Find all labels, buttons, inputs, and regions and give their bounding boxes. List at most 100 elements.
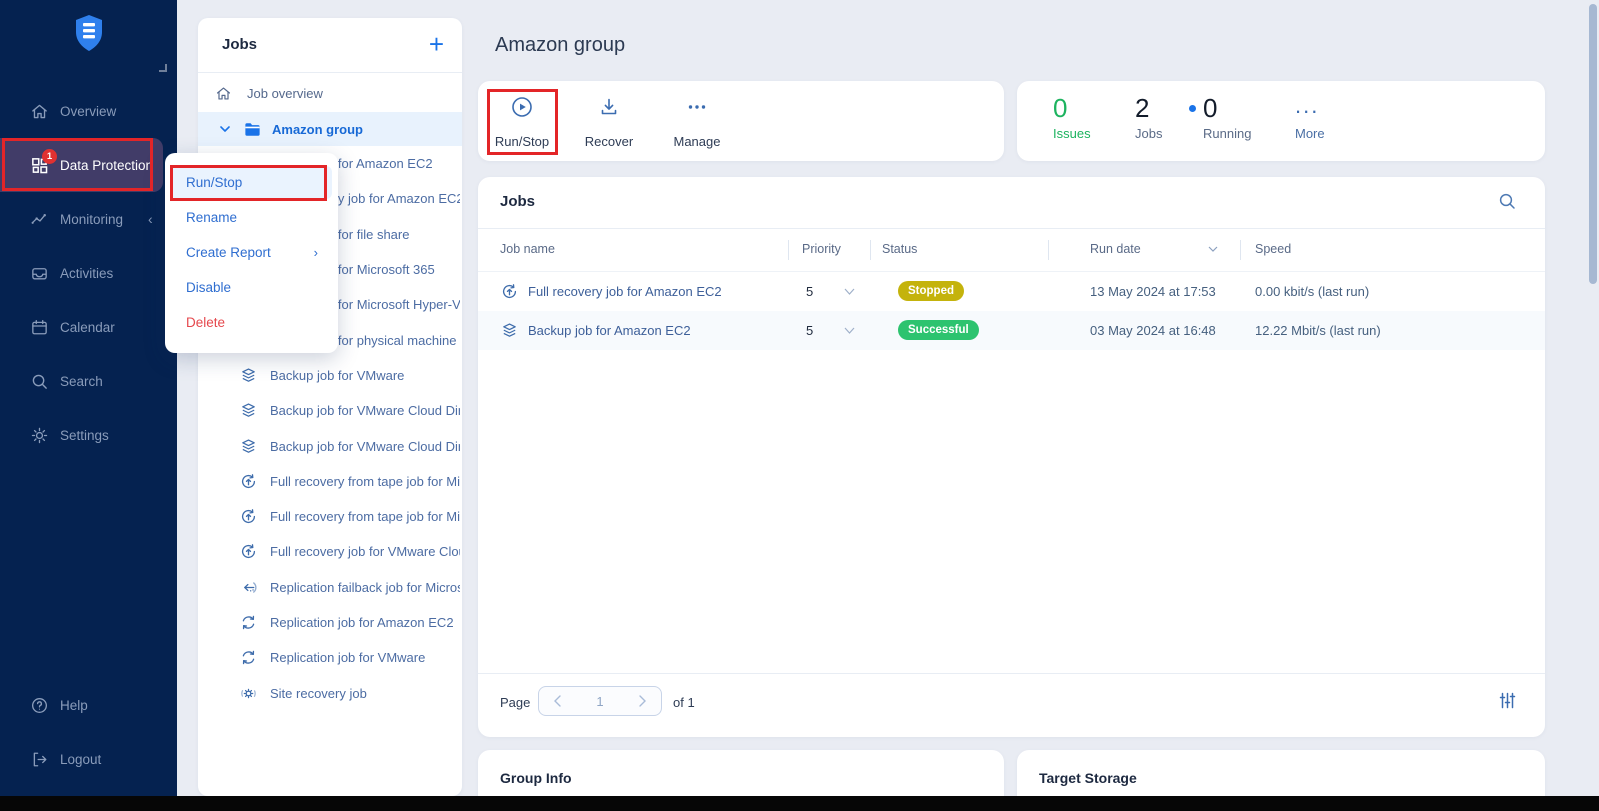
- run-stop-button[interactable]: Run/Stop: [485, 95, 559, 149]
- failback-icon: [239, 578, 258, 597]
- pagination-bar: Page 1 of 1: [478, 674, 1545, 737]
- stat-value: 2: [1135, 93, 1162, 123]
- tree-item[interactable]: Full recovery from tape job for Micro: [198, 499, 462, 534]
- tree-item[interactable]: Replication job for Amazon EC2: [198, 605, 462, 640]
- column-divider: [1048, 240, 1049, 260]
- menu-item-rename[interactable]: Rename: [171, 201, 332, 234]
- sidebar-item-activities[interactable]: Activities: [0, 246, 177, 300]
- page-count-label: of 1: [673, 695, 695, 710]
- tree-item-label: Full recovery from tape job for Micro: [270, 509, 460, 524]
- sidebar-item-label: Logout: [60, 752, 101, 767]
- priority-cell: 5: [806, 323, 813, 338]
- sort-chevron-icon[interactable]: [1208, 246, 1218, 253]
- chevron-right-icon[interactable]: [637, 695, 649, 707]
- tree-item-label: Job overview: [247, 86, 323, 101]
- tree-item-job-overview[interactable]: Job overview: [198, 76, 462, 110]
- add-job-button[interactable]: +: [429, 30, 444, 58]
- sidebar-item-calendar[interactable]: Calendar: [0, 300, 177, 354]
- column-header-status[interactable]: Status: [882, 242, 917, 256]
- chevron-down-icon[interactable]: [844, 327, 855, 335]
- tree-item-label: Backup job for VMware Cloud Direc: [270, 403, 460, 418]
- inbox-icon: [30, 264, 49, 283]
- search-icon[interactable]: [1497, 191, 1517, 211]
- sidebar-item-label: Search: [60, 374, 103, 389]
- stat-jobs: 2 Jobs: [1135, 93, 1162, 141]
- tree-item-label: Full recovery job for VMware Cloud: [270, 544, 460, 559]
- table-row[interactable]: Backup job for Amazon EC2 5 Successful 0…: [478, 311, 1545, 350]
- column-divider: [788, 240, 789, 260]
- tree-item[interactable]: Backup job for VMware Cloud Direc: [198, 393, 462, 428]
- status-badge: Stopped: [898, 281, 964, 301]
- replication-icon: [239, 613, 258, 632]
- jobs-table-card: Jobs Job name Priority Status Run date S…: [478, 177, 1545, 737]
- tree-item[interactable]: Full recovery from tape job for Micro: [198, 464, 462, 499]
- sidebar-item-search[interactable]: Search: [0, 354, 177, 408]
- stat-label: Running: [1203, 126, 1251, 141]
- sidebar-item-settings[interactable]: Settings: [0, 408, 177, 462]
- tree-item-label: Replication job for Amazon EC2: [270, 615, 460, 630]
- menu-item-label: Run/Stop: [186, 175, 242, 190]
- tree-item[interactable]: Backup job for VMware Cloud Direc: [198, 428, 462, 463]
- tree-item-label: Replication job for VMware: [270, 650, 460, 665]
- sidebar-item-overview[interactable]: Overview: [0, 84, 177, 138]
- menu-item-delete[interactable]: Delete: [171, 306, 332, 339]
- stats-more-button[interactable]: ... More: [1295, 93, 1325, 141]
- tree-item-amazon-group[interactable]: Amazon group: [198, 112, 462, 146]
- card-title: Target Storage: [1039, 770, 1137, 786]
- speed-cell: 0.00 kbit/s (last run): [1255, 284, 1369, 299]
- sidebar-collapse-handle[interactable]: [159, 64, 167, 72]
- button-label: Manage: [674, 134, 721, 149]
- run-date-cell: 03 May 2024 at 16:48: [1090, 323, 1216, 338]
- menu-item-label: Delete: [186, 315, 225, 330]
- chevron-right-icon: ›: [314, 245, 318, 260]
- tree-item[interactable]: Site recovery job: [198, 675, 462, 710]
- home-icon: [30, 102, 49, 121]
- tree-item-label: Backup job for VMware Cloud Direc: [270, 439, 460, 454]
- jobs-panel-header: Jobs +: [198, 18, 462, 72]
- tree-item[interactable]: Full recovery job for VMware Cloud: [198, 534, 462, 569]
- site-icon: [239, 684, 258, 703]
- recovery-icon: [239, 542, 258, 561]
- button-label: Run/Stop: [495, 134, 549, 149]
- sidebar-item-logout[interactable]: Logout: [0, 732, 177, 786]
- table-row[interactable]: Full recovery job for Amazon EC2 5 Stopp…: [478, 272, 1545, 311]
- job-name-cell: Full recovery job for Amazon EC2: [528, 284, 722, 299]
- ellipsis-icon: ...: [1295, 93, 1325, 119]
- recovery-icon: [239, 472, 258, 491]
- sidebar-item-monitoring[interactable]: Monitoring ‹: [0, 192, 177, 246]
- chevron-down-icon[interactable]: [218, 122, 232, 136]
- column-header-speed[interactable]: Speed: [1255, 242, 1291, 256]
- sliders-icon[interactable]: [1498, 691, 1517, 710]
- sidebar-item-help[interactable]: Help: [0, 678, 177, 732]
- sidebar-item-label: Data Protection: [60, 158, 153, 173]
- sidebar-item-data-protection[interactable]: 1 Data Protection: [0, 138, 163, 192]
- scrollbar-thumb[interactable]: [1589, 4, 1597, 284]
- home-icon: [215, 85, 232, 102]
- column-header-priority[interactable]: Priority: [802, 242, 841, 256]
- column-header-run-date[interactable]: Run date: [1090, 242, 1141, 256]
- chevron-left-icon[interactable]: ‹: [148, 211, 153, 227]
- jobs-tree-panel: Jobs + Job overview Amazon group Backup …: [198, 18, 462, 796]
- tree-item[interactable]: Replication failback job for Microsof: [198, 570, 462, 605]
- play-circle-icon: [510, 95, 534, 119]
- manage-button[interactable]: Manage: [660, 95, 734, 149]
- tree-item[interactable]: Replication job for VMware: [198, 640, 462, 675]
- running-dot-icon: [1189, 105, 1196, 112]
- sidebar-item-label: Activities: [60, 266, 113, 281]
- tree-item[interactable]: Backup job for VMware: [198, 358, 462, 393]
- recovery-icon: [239, 507, 258, 526]
- recover-button[interactable]: Recover: [572, 95, 646, 149]
- menu-item-create-report[interactable]: Create Report ›: [171, 236, 332, 269]
- column-header-job-name[interactable]: Job name: [500, 242, 555, 256]
- page-stepper: 1: [538, 686, 662, 716]
- chevron-down-icon[interactable]: [844, 288, 855, 296]
- grid-icon: 1: [30, 156, 49, 175]
- bottom-bar: [0, 796, 1599, 811]
- tree-item-label: Amazon group: [272, 122, 363, 137]
- run-date-cell: 13 May 2024 at 17:53: [1090, 284, 1216, 299]
- stat-value: 0: [1203, 93, 1251, 123]
- menu-item-run-stop[interactable]: Run/Stop: [171, 166, 332, 199]
- stat-label: Issues: [1053, 126, 1091, 141]
- menu-item-disable[interactable]: Disable: [171, 271, 332, 304]
- replication-icon: [239, 648, 258, 667]
